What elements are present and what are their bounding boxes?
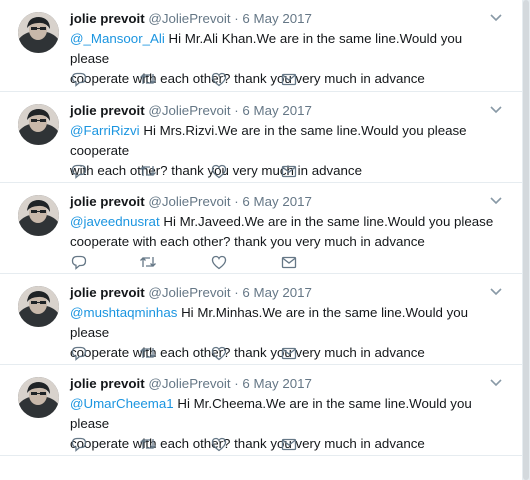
user-name[interactable]: jolie prevoit: [70, 11, 145, 26]
mention-link[interactable]: @UmarCheema1: [70, 396, 174, 411]
avatar[interactable]: [18, 377, 59, 418]
tweet-text: @javeednusrat Hi Mr.Javeed.We are in the…: [70, 212, 504, 252]
chevron-down-icon[interactable]: [488, 12, 504, 24]
user-handle[interactable]: @JoliePrevoit: [148, 11, 230, 26]
tweet-header: jolie prevoit @JoliePrevoit · 6 May 2017: [70, 284, 504, 302]
tweet[interactable]: jolie prevoit @JoliePrevoit · 6 May 2017…: [0, 274, 522, 365]
tweet-text-line2: cooperate with each other? thank you ver…: [70, 345, 425, 360]
reply-icon[interactable]: [70, 163, 88, 179]
separator-dot: ·: [234, 11, 239, 26]
tweet[interactable]: jolie prevoit @JoliePrevoit · 6 May 2017…: [0, 0, 522, 92]
scrollbar[interactable]: [522, 0, 530, 480]
user-handle[interactable]: @JoliePrevoit: [148, 376, 230, 391]
mention-link[interactable]: @FarriRizvi: [70, 123, 140, 138]
tweet[interactable]: jolie prevoit @JoliePrevoit · 6 May 2017…: [0, 183, 522, 274]
retweet-icon[interactable]: [139, 71, 157, 87]
tweet-text-line2: cooperate with each other? thank you ver…: [70, 436, 425, 451]
tweet[interactable]: jolie prevoit @JoliePrevoit · 6 May 2017…: [0, 365, 522, 456]
separator-dot: ·: [234, 376, 239, 391]
chevron-down-icon[interactable]: [488, 286, 504, 298]
separator-dot: ·: [234, 194, 239, 209]
user-name[interactable]: jolie prevoit: [70, 103, 145, 118]
avatar[interactable]: [18, 286, 59, 327]
retweet-icon[interactable]: [139, 436, 157, 452]
user-handle[interactable]: @JoliePrevoit: [148, 103, 230, 118]
chevron-down-icon[interactable]: [488, 377, 504, 389]
tweet-timestamp[interactable]: 6 May 2017: [242, 11, 311, 26]
envelope-icon[interactable]: [280, 71, 298, 87]
reply-icon[interactable]: [70, 345, 88, 361]
avatar[interactable]: [18, 104, 59, 145]
tweet-header: jolie prevoit @JoliePrevoit · 6 May 2017: [70, 102, 504, 120]
reply-icon[interactable]: [70, 436, 88, 452]
tweet-text-line2: cooperate with each other? thank you ver…: [70, 234, 425, 249]
user-name[interactable]: jolie prevoit: [70, 376, 145, 391]
tweet[interactable]: jolie prevoit @JoliePrevoit · 6 May 2017…: [0, 92, 522, 183]
heart-icon[interactable]: [210, 71, 228, 87]
reply-icon[interactable]: [70, 254, 88, 270]
heart-icon[interactable]: [210, 345, 228, 361]
timeline: jolie prevoit @JoliePrevoit · 6 May 2017…: [0, 0, 522, 480]
tweet-content: jolie prevoit @JoliePrevoit · 6 May 2017…: [70, 193, 504, 252]
heart-icon[interactable]: [210, 254, 228, 270]
envelope-icon[interactable]: [280, 345, 298, 361]
tweet-timestamp[interactable]: 6 May 2017: [242, 285, 311, 300]
heart-icon[interactable]: [210, 163, 228, 179]
chevron-down-icon[interactable]: [488, 195, 504, 207]
scrollbar-thumb[interactable]: [523, 0, 529, 480]
avatar[interactable]: [18, 195, 59, 236]
mention-link[interactable]: @mushtaqminhas: [70, 305, 177, 320]
separator-dot: ·: [234, 103, 239, 118]
tweet-header: jolie prevoit @JoliePrevoit · 6 May 2017: [70, 375, 504, 393]
separator-dot: ·: [234, 285, 239, 300]
envelope-icon[interactable]: [280, 436, 298, 452]
tweet-text-line2: cooperate with each other? thank you ver…: [70, 71, 425, 86]
tweet-text-line1: Hi Mr.Javeed.We are in the same line.Wou…: [159, 214, 494, 229]
envelope-icon[interactable]: [280, 254, 298, 270]
user-name[interactable]: jolie prevoit: [70, 194, 145, 209]
tweet-header: jolie prevoit @JoliePrevoit · 6 May 2017: [70, 193, 504, 211]
user-handle[interactable]: @JoliePrevoit: [148, 285, 230, 300]
envelope-icon[interactable]: [280, 163, 298, 179]
tweet-timestamp[interactable]: 6 May 2017: [242, 376, 311, 391]
user-name[interactable]: jolie prevoit: [70, 285, 145, 300]
tweet-timestamp[interactable]: 6 May 2017: [242, 103, 311, 118]
retweet-icon[interactable]: [139, 345, 157, 361]
user-handle[interactable]: @JoliePrevoit: [148, 194, 230, 209]
mention-link[interactable]: @_Mansoor_Ali: [70, 31, 165, 46]
mention-link[interactable]: @javeednusrat: [70, 214, 160, 229]
reply-icon[interactable]: [70, 71, 88, 87]
retweet-icon[interactable]: [139, 254, 157, 270]
heart-icon[interactable]: [210, 436, 228, 452]
chevron-down-icon[interactable]: [488, 104, 504, 116]
retweet-icon[interactable]: [139, 163, 157, 179]
tweet-timestamp[interactable]: 6 May 2017: [242, 194, 311, 209]
tweet-header: jolie prevoit @JoliePrevoit · 6 May 2017: [70, 10, 504, 28]
avatar[interactable]: [18, 12, 59, 53]
